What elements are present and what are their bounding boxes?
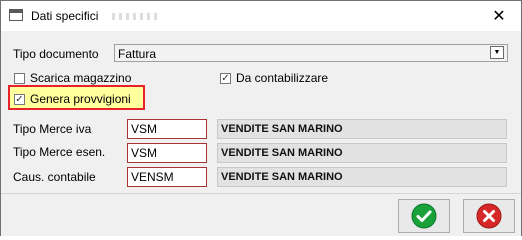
genera-provvigioni-checkbox[interactable]: ✓ Genera provvigioni — [14, 92, 131, 106]
form-panel: Tipo documento Fattura ▼ Scarica magazzi… — [1, 31, 521, 193]
tipo-merce-iva-code-input[interactable]: VSM — [127, 119, 207, 139]
cancel-button[interactable] — [463, 199, 515, 233]
da-contabilizzare-label: Da contabilizzare — [236, 71, 329, 85]
redacted-title-part — [112, 13, 158, 20]
genera-provvigioni-label: Genera provvigioni — [30, 92, 131, 106]
title-bar[interactable]: Dati specifici ✕ — [1, 1, 521, 31]
tipo-documento-value: Fattura — [118, 47, 157, 61]
tipo-merce-esen-label: Tipo Merce esen. — [13, 145, 106, 159]
scarica-magazzino-label: Scarica magazzino — [30, 71, 132, 85]
tipo-merce-iva-label: Tipo Merce iva — [13, 122, 92, 136]
checkbox-box[interactable] — [14, 72, 25, 84]
tipo-merce-iva-description: VENDITE SAN MARINO — [217, 119, 507, 139]
tipo-documento-label: Tipo documento — [13, 47, 99, 61]
button-bar — [1, 193, 521, 236]
checkbox-box[interactable]: ✓ — [220, 72, 231, 84]
causale-contabile-code-input[interactable]: VENSM — [127, 167, 207, 187]
close-button[interactable]: ✕ — [477, 1, 521, 31]
causale-contabile-description: VENDITE SAN MARINO — [217, 167, 507, 187]
window-title: Dati specifici — [31, 9, 99, 23]
tipo-documento-select[interactable]: Fattura ▼ — [114, 44, 508, 62]
dialog-window: Dati specifici ✕ Tipo documento Fattura … — [0, 0, 522, 236]
x-circle-icon — [476, 203, 502, 229]
window-icon — [9, 9, 23, 21]
tipo-merce-esen-description: VENDITE SAN MARINO — [217, 143, 507, 163]
check-circle-icon — [411, 203, 437, 229]
confirm-button[interactable] — [398, 199, 450, 233]
scarica-magazzino-checkbox[interactable]: Scarica magazzino — [14, 71, 131, 85]
checkbox-box[interactable]: ✓ — [14, 93, 25, 105]
da-contabilizzare-checkbox[interactable]: ✓ Da contabilizzare — [220, 71, 328, 85]
tipo-merce-esen-code-input[interactable]: VSM — [127, 143, 207, 163]
causale-contabile-label: Caus. contabile — [13, 170, 96, 184]
chevron-down-icon[interactable]: ▼ — [490, 46, 504, 59]
